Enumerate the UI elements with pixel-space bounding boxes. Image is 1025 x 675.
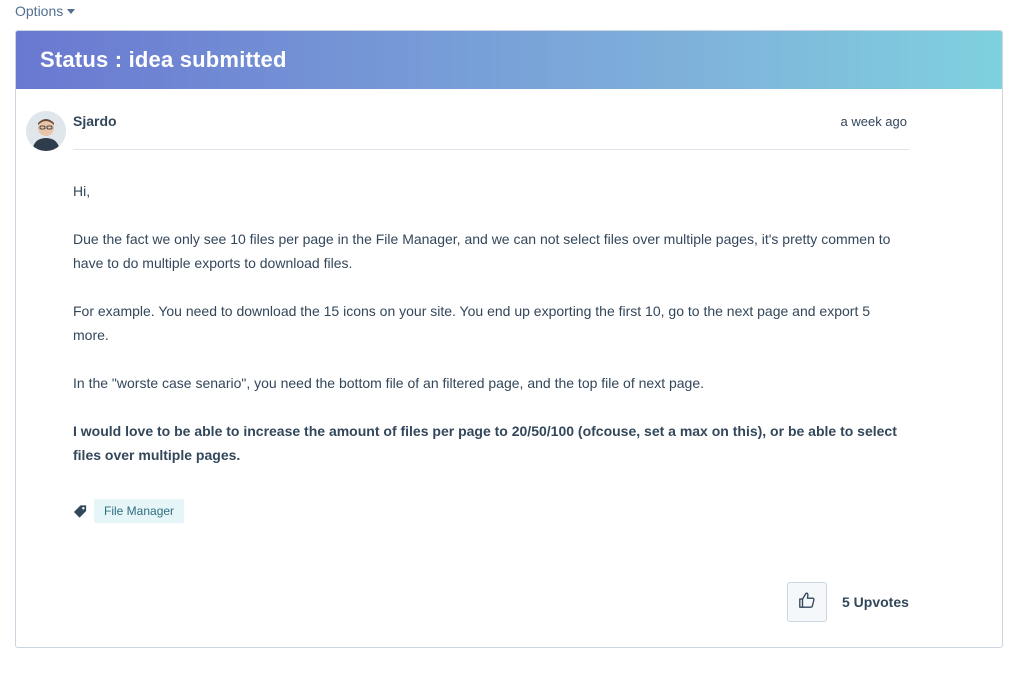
upvote-count: 5 Upvotes: [842, 594, 909, 610]
post-timestamp: a week ago: [840, 114, 908, 129]
upvote-button[interactable]: [787, 582, 827, 622]
avatar[interactable]: [26, 111, 66, 151]
tag-label: File Manager: [104, 504, 175, 518]
post-paragraph: Hi,: [73, 183, 91, 199]
tag-file-manager[interactable]: File Manager: [94, 499, 185, 523]
options-label: Options: [15, 3, 64, 19]
options-dropdown[interactable]: Options: [15, 3, 76, 19]
tag-list: File Manager: [73, 499, 185, 523]
status-title: Status : idea submitted: [40, 47, 287, 72]
post-paragraph: For example. You need to download the 15…: [73, 303, 871, 343]
chevron-down-icon: [67, 9, 76, 14]
status-banner: Status : idea submitted: [16, 31, 1002, 89]
divider: [73, 149, 909, 150]
idea-card: Status : idea submitted Sjardo a week ag…: [15, 30, 1003, 648]
post-paragraph: In the "worste case senario", you need t…: [73, 375, 705, 391]
post-body: Hi, Due the fact we only see 10 files pe…: [73, 179, 909, 491]
thumbs-up-icon: [798, 591, 816, 614]
post-paragraph: I would love to be able to increase the …: [73, 423, 897, 463]
author-name[interactable]: Sjardo: [73, 113, 117, 129]
post-paragraph: Due the fact we only see 10 files per pa…: [73, 231, 891, 271]
tag-icon: [73, 504, 88, 519]
